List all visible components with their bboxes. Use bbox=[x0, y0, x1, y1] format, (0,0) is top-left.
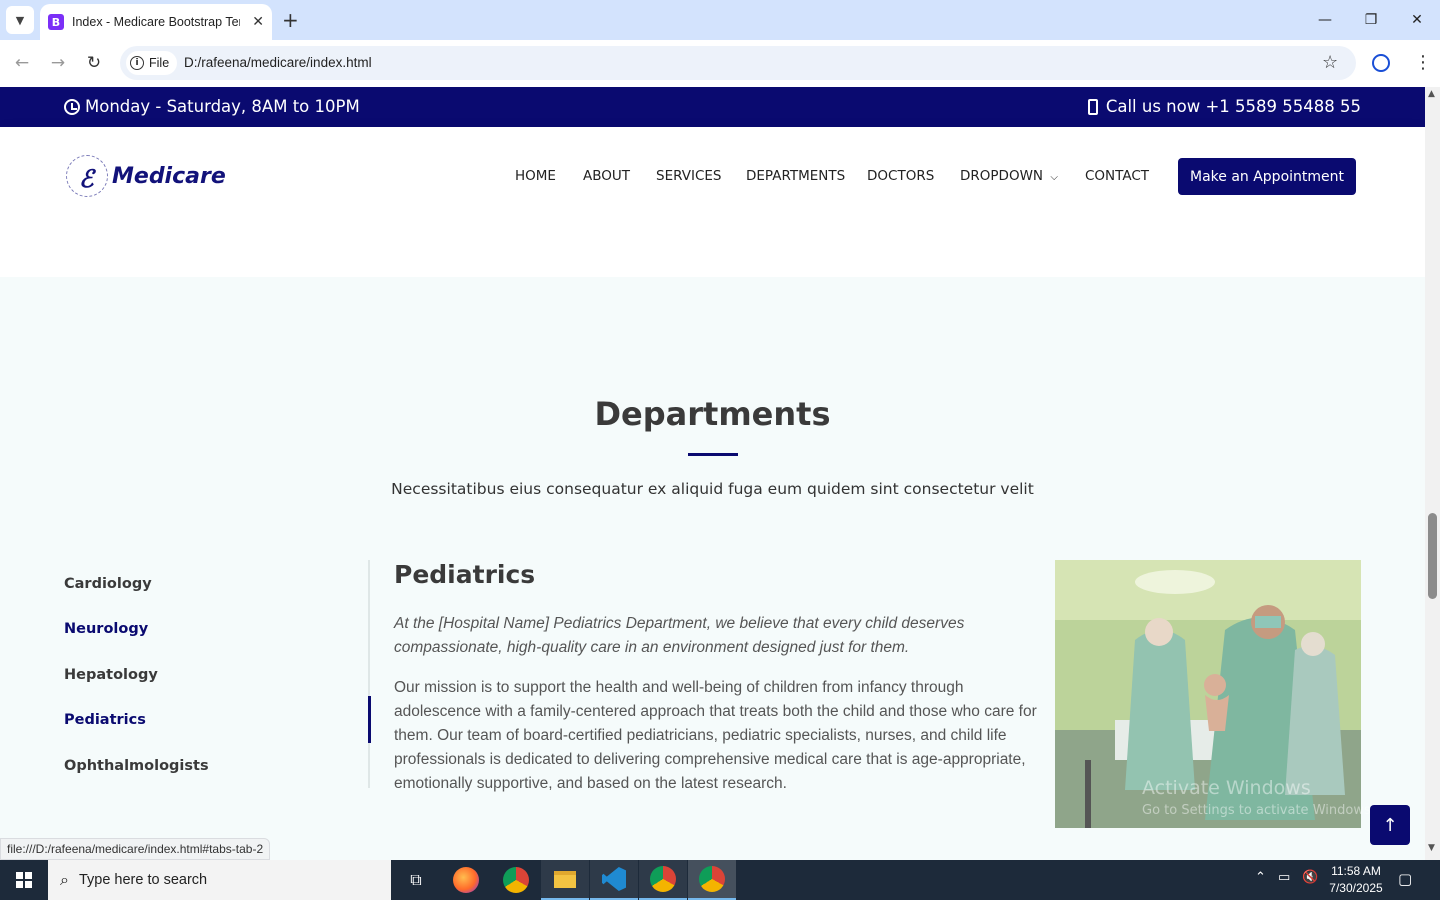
tab-search-button[interactable]: ▼ bbox=[6, 6, 34, 34]
close-window-button[interactable]: ✕ bbox=[1394, 0, 1440, 40]
back-button[interactable]: ← bbox=[10, 52, 34, 74]
chrome-active-icon bbox=[699, 866, 725, 892]
department-intro: At the [Hospital Name] Pediatrics Depart… bbox=[394, 615, 965, 656]
tray-overflow-icon[interactable]: ⌃ bbox=[1255, 870, 1266, 885]
profile-icon[interactable] bbox=[1372, 54, 1390, 72]
nav-departments[interactable]: DEPARTMENTS bbox=[746, 168, 845, 184]
departments-subtitle: Necessitatibus eius consequatur ex aliqu… bbox=[391, 480, 1034, 498]
link-status-bubble: file:///D:/rafeena/medicare/index.html#t… bbox=[0, 838, 271, 860]
tab-title: Index - Medicare Bootstrap Template bbox=[72, 15, 240, 29]
site-info-chip[interactable]: i File bbox=[126, 51, 178, 75]
tab-cardiology[interactable]: Cardiology bbox=[64, 576, 152, 592]
url-text[interactable]: D:/rafeena/medicare/index.html bbox=[184, 55, 372, 70]
tab-neurology[interactable]: Neurology bbox=[64, 621, 148, 637]
opening-hours: Monday - Saturday, 8AM to 10PM bbox=[64, 97, 360, 116]
hours-text: Monday - Saturday, 8AM to 10PM bbox=[85, 97, 360, 116]
chrome-profile-icon bbox=[650, 866, 676, 892]
minimize-button[interactable]: — bbox=[1302, 0, 1348, 40]
volume-muted-icon[interactable]: 🔇 bbox=[1302, 870, 1318, 885]
info-icon: i bbox=[130, 56, 144, 70]
network-icon[interactable]: ▭ bbox=[1278, 870, 1290, 885]
clock-date: 7/30/2025 bbox=[1329, 881, 1383, 895]
department-tabs: Cardiology Neurology Hepatology Pediatri… bbox=[64, 560, 370, 788]
folder-icon bbox=[554, 870, 576, 888]
task-view-button[interactable]: ⧉ bbox=[392, 860, 440, 900]
section-divider-band bbox=[0, 227, 1425, 277]
back-to-top-button[interactable]: ↑ bbox=[1370, 805, 1410, 845]
vscode-taskbar-button[interactable] bbox=[590, 860, 638, 900]
search-icon: ⌕ bbox=[60, 870, 69, 889]
nav-contact[interactable]: CONTACT bbox=[1085, 168, 1149, 184]
nav-home[interactable]: HOME bbox=[515, 168, 556, 184]
tab-pediatrics[interactable]: Pediatrics bbox=[64, 712, 146, 728]
chevron-down-icon: ⌵ bbox=[1050, 172, 1058, 183]
arrow-up-icon: ↑ bbox=[1382, 814, 1398, 836]
nav-dropdown[interactable]: DROPDOWN ⌵ bbox=[960, 168, 1058, 184]
vscode-icon bbox=[602, 867, 626, 891]
task-view-icon: ⧉ bbox=[410, 870, 422, 889]
close-tab-icon[interactable]: ✕ bbox=[252, 14, 264, 30]
scroll-down-icon[interactable]: ▼ bbox=[1428, 843, 1435, 853]
tab-hepatology[interactable]: Hepatology bbox=[64, 667, 158, 683]
department-content-title: Pediatrics bbox=[394, 560, 536, 589]
active-tab-indicator bbox=[368, 696, 371, 743]
browser-tab-strip: ▼ B Index - Medicare Bootstrap Template … bbox=[0, 0, 1440, 40]
departments-title: Departments bbox=[594, 395, 831, 433]
page-viewport: Monday - Saturday, 8AM to 10PM Call us n… bbox=[0, 87, 1425, 860]
title-underline bbox=[688, 453, 738, 456]
phone-icon bbox=[1087, 98, 1098, 115]
nav-services[interactable]: SERVICES bbox=[656, 168, 721, 184]
scroll-up-icon[interactable]: ▲ bbox=[1428, 89, 1435, 99]
clock-time: 11:58 AM bbox=[1331, 864, 1381, 878]
department-description: Our mission is to support the health and… bbox=[394, 679, 1037, 792]
reload-button[interactable]: ↻ bbox=[82, 52, 106, 74]
windows-logo-icon bbox=[16, 872, 32, 888]
top-info-bar: Monday - Saturday, 8AM to 10PM Call us n… bbox=[0, 87, 1425, 127]
start-button[interactable] bbox=[0, 860, 48, 900]
site-info-label: File bbox=[149, 56, 170, 70]
bookmark-star-icon[interactable]: ☆ bbox=[1322, 52, 1338, 73]
windows-taskbar: ⌕ Type here to search ⧉ ⌃ ▭ 🔇 11:58 AM 7… bbox=[0, 860, 1440, 900]
more-menu-icon[interactable]: ⋮ bbox=[1414, 52, 1432, 73]
site-logo[interactable]: ℰ Medicare bbox=[66, 155, 226, 197]
chrome-active-taskbar-button[interactable] bbox=[688, 860, 736, 900]
make-appointment-button[interactable]: Make an Appointment bbox=[1178, 158, 1356, 195]
chrome-icon bbox=[503, 867, 529, 893]
chrome-profile-taskbar-button[interactable] bbox=[639, 860, 687, 900]
firefox-taskbar-button[interactable] bbox=[442, 860, 490, 900]
page-scrollbar[interactable]: ▲ ▼ bbox=[1425, 87, 1440, 860]
site-header: ℰ Medicare HOME ABOUT SERVICES DEPARTMEN… bbox=[0, 127, 1425, 227]
logo-text: Medicare bbox=[112, 163, 226, 189]
taskbar-clock[interactable]: 11:58 AM 7/30/2025 bbox=[1326, 863, 1386, 897]
clock-icon bbox=[64, 98, 80, 115]
phone-info: Call us now +1 5589 55488 55 bbox=[1087, 97, 1361, 116]
taskbar-search-placeholder: Type here to search bbox=[78, 872, 208, 888]
nav-doctors[interactable]: DOCTORS bbox=[867, 168, 934, 184]
forward-button[interactable]: → bbox=[46, 52, 70, 74]
chevron-down-icon: ▼ bbox=[15, 13, 25, 27]
browser-tab[interactable]: B Index - Medicare Bootstrap Template ✕ bbox=[40, 4, 272, 40]
chrome-taskbar-button[interactable] bbox=[492, 860, 540, 900]
notification-icon[interactable]: ▢ bbox=[1398, 870, 1412, 888]
taskbar-search[interactable]: ⌕ Type here to search bbox=[48, 860, 391, 900]
file-explorer-taskbar-button[interactable] bbox=[541, 860, 589, 900]
firefox-icon bbox=[453, 867, 479, 893]
phone-text: Call us now +1 5589 55488 55 bbox=[1105, 97, 1361, 116]
nav-dropdown-label: DROPDOWN bbox=[960, 168, 1044, 184]
bootstrap-favicon-icon: B bbox=[48, 14, 64, 30]
nav-about[interactable]: ABOUT bbox=[583, 168, 630, 184]
scrollbar-thumb[interactable] bbox=[1428, 513, 1437, 599]
new-tab-button[interactable]: + bbox=[282, 8, 299, 32]
activate-windows-hint: Go to Settings to activate Windows. bbox=[1142, 803, 1375, 818]
restore-button[interactable]: ❐ bbox=[1348, 0, 1394, 40]
activate-windows-watermark: Activate Windows bbox=[1142, 777, 1311, 799]
tab-ophthalmologists[interactable]: Ophthalmologists bbox=[64, 758, 209, 774]
logo-emblem-icon: ℰ bbox=[66, 155, 108, 197]
